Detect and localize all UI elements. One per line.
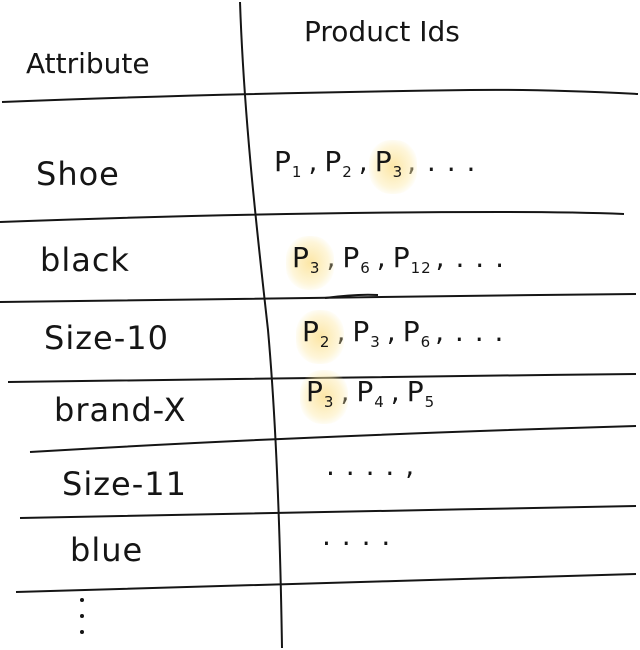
row-rule xyxy=(0,293,637,303)
ids-continuation: , . . . xyxy=(435,315,505,348)
id-separator: , xyxy=(358,145,369,178)
product-ids-column-header: Product Ids xyxy=(304,15,460,48)
product-id-highlighted: P3 xyxy=(368,140,418,194)
product-ids-cell: P3, P6, P12, . . . xyxy=(285,236,505,290)
product-id: P5 xyxy=(406,375,436,411)
ids-continuation: . . . . xyxy=(322,519,392,552)
product-id: P3 xyxy=(352,315,381,351)
index-table: Attribute Product Ids Shoe black Size-10… xyxy=(0,0,640,650)
product-id-highlighted: P2 xyxy=(295,310,345,364)
id-separator: , xyxy=(308,145,319,178)
more-rows-ellipsis xyxy=(80,598,88,646)
attribute-cell: Shoe xyxy=(36,155,120,193)
row-rule xyxy=(19,505,637,519)
id-separator: , xyxy=(376,241,387,274)
attribute-cell: Size-11 xyxy=(62,465,187,503)
attribute-cell: Size-10 xyxy=(44,319,169,357)
product-id-highlighted: P3 xyxy=(285,236,335,290)
product-id-highlighted: P3 xyxy=(299,370,349,424)
product-id: P6 xyxy=(342,241,371,277)
column-divider xyxy=(239,1,283,649)
product-id: P1 xyxy=(274,145,303,181)
ids-continuation: , . . . xyxy=(435,241,505,274)
product-ids-cell: P3, P4, P5 xyxy=(299,370,436,424)
product-id: P12 xyxy=(392,241,432,277)
product-ids-cell: P2, P3, P6, . . . xyxy=(295,310,505,364)
product-ids-cell: P1, P2, P3, . . . xyxy=(274,140,477,194)
product-ids-cell: . . . . xyxy=(322,522,391,550)
product-ids-cell: . . . . , xyxy=(326,452,415,480)
ids-continuation: . . . . , xyxy=(326,449,416,482)
attribute-cell: black xyxy=(40,241,130,279)
id-separator: , xyxy=(386,315,397,348)
ids-continuation: , . . . xyxy=(407,145,477,178)
row-rule xyxy=(15,573,637,593)
attribute-cell: blue xyxy=(70,531,144,569)
product-id: P4 xyxy=(356,375,385,411)
id-separator: , xyxy=(390,375,401,408)
header-rule xyxy=(1,88,639,103)
product-id: P2 xyxy=(324,145,353,181)
attribute-column-header: Attribute xyxy=(26,47,150,80)
product-id: P6 xyxy=(402,315,432,351)
attribute-cell: brand-X xyxy=(54,391,187,429)
row-rule xyxy=(0,210,625,223)
